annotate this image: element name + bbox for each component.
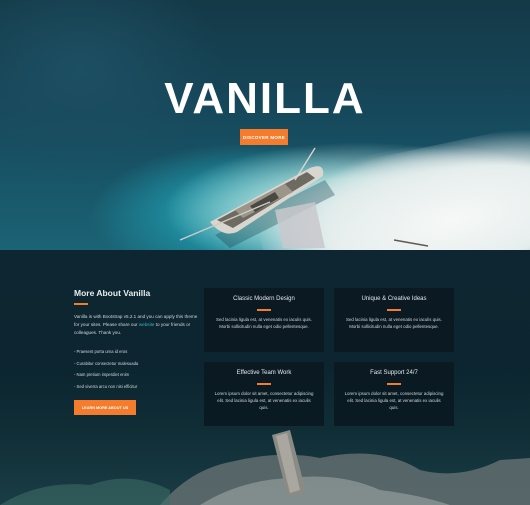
card-text: Sed lacinia ligula est, at venenatis ex … bbox=[346, 317, 442, 330]
about-intro-text: Vanilla is with Bootstrap v5.2.1 and you… bbox=[74, 313, 202, 337]
hero-title: VANILLA bbox=[164, 74, 366, 123]
feature-list: - Praesent porta urna id eros - Curabitu… bbox=[74, 346, 194, 392]
beach-post bbox=[393, 239, 429, 247]
discover-more-button[interactable]: DISCOVER MORE bbox=[240, 129, 288, 145]
boat-image bbox=[179, 147, 335, 248]
about-section: More About Vanilla Vanilla is with Boots… bbox=[0, 250, 530, 505]
list-item: - Curabitur consectetur malesuada bbox=[74, 360, 139, 366]
card-title: Unique & Creative Ideas bbox=[361, 296, 427, 302]
feature-card-ideas: Unique & Creative Ideas Sed lacinia ligu… bbox=[334, 288, 454, 352]
card-text: Sed lacinia ligula est, at venenatis ex … bbox=[216, 317, 312, 330]
learn-more-button[interactable]: LEARN MORE ABOUT US bbox=[74, 400, 136, 415]
card-underline bbox=[257, 309, 271, 311]
card-text: Lorem ipsum dolor sit amet, consectetur … bbox=[344, 391, 444, 411]
card-title: Fast Support 24/7 bbox=[370, 370, 418, 376]
card-title: Classic Modern Design bbox=[233, 296, 295, 302]
feature-card-teamwork: Effective Team Work Lorem ipsum dolor si… bbox=[204, 362, 324, 426]
card-underline bbox=[257, 383, 271, 385]
list-item: - Praesent porta urna id eros bbox=[74, 349, 128, 354]
about-title: More About Vanilla bbox=[74, 288, 151, 298]
card-text: Lorem ipsum dolor sit amet, consectetur … bbox=[214, 391, 314, 411]
card-title: Effective Team Work bbox=[236, 370, 292, 376]
card-underline bbox=[387, 309, 401, 311]
hero-section: VANILLA DISCOVER MORE bbox=[0, 0, 530, 250]
about-title-underline bbox=[74, 303, 88, 305]
list-item: - Sed viverra arcu non nisi efficitur bbox=[74, 383, 138, 389]
website-link[interactable]: website bbox=[139, 322, 155, 327]
feature-card-support: Fast Support 24/7 Lorem ipsum dolor sit … bbox=[334, 362, 454, 426]
list-item: - Nam pretium imperdiet enim bbox=[74, 372, 130, 377]
feature-card-design: Classic Modern Design Sed lacinia ligula… bbox=[204, 288, 324, 352]
card-underline bbox=[387, 383, 401, 385]
